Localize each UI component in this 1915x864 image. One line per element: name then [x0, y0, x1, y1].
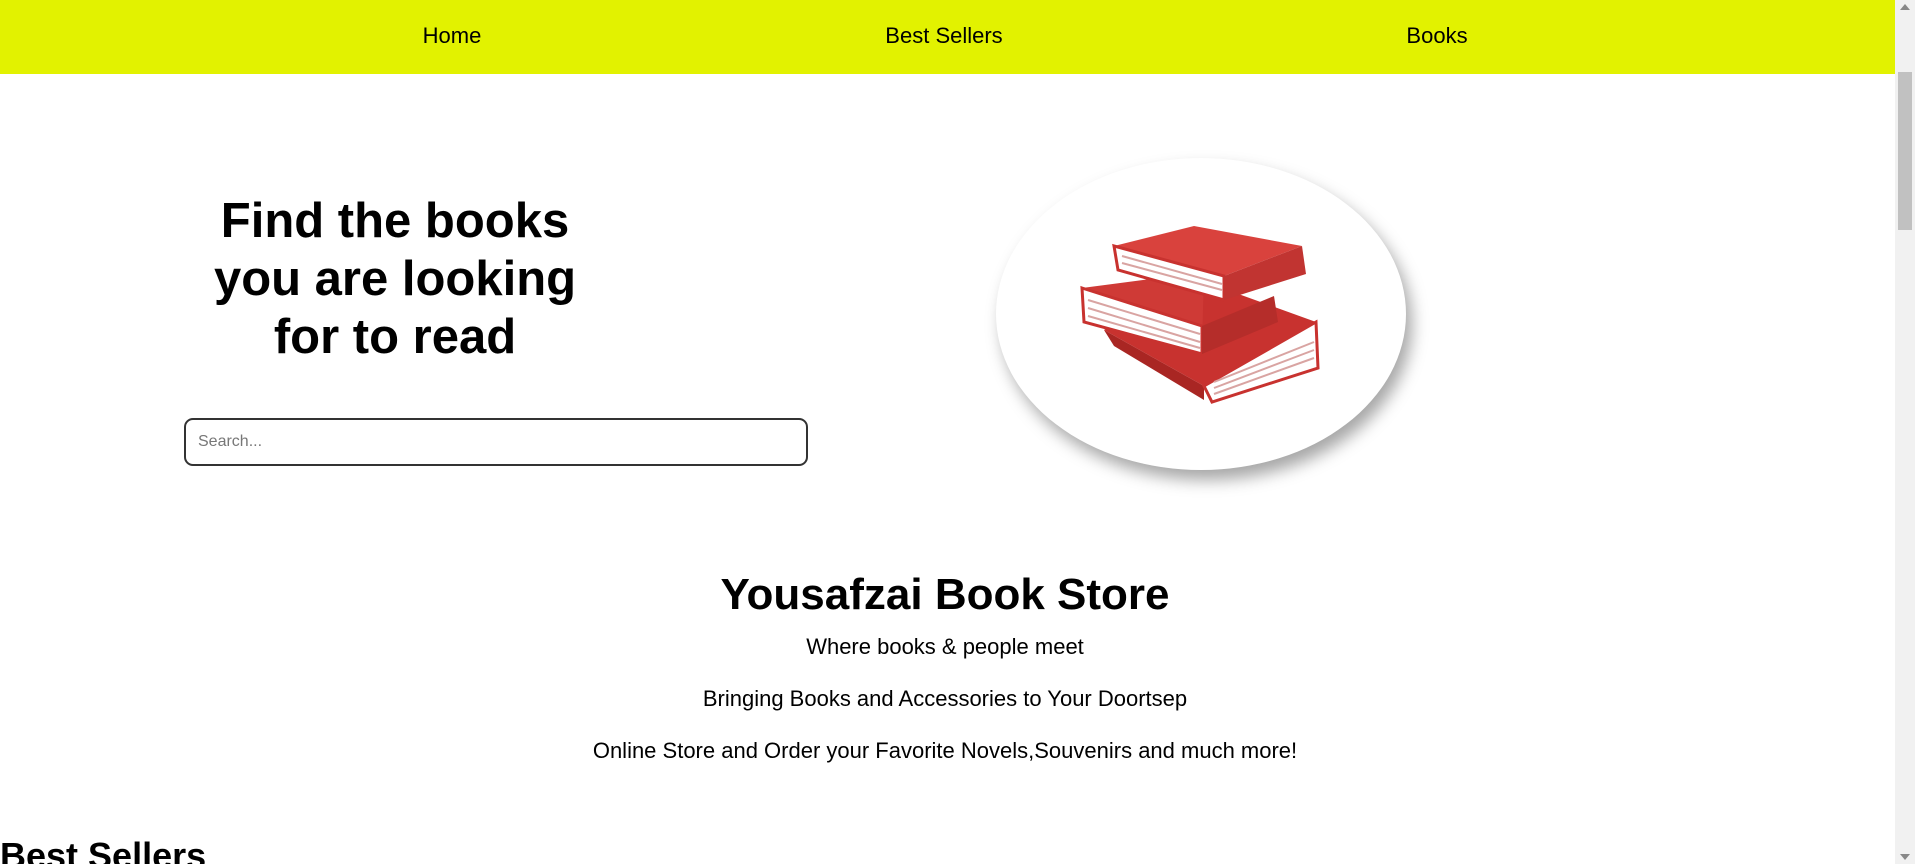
vertical-scrollbar[interactable] — [1895, 0, 1915, 864]
scroll-up-arrow-icon[interactable] — [1900, 4, 1910, 10]
nav-link-home[interactable]: Home — [423, 0, 482, 74]
hero-title: Find the books you are looking for to re… — [213, 194, 577, 364]
nav-link-best-sellers[interactable]: Best Sellers — [885, 0, 1002, 74]
scrollbar-thumb[interactable] — [1898, 72, 1912, 230]
best-sellers-heading: Best Sellers — [0, 835, 207, 864]
hero-book-image — [996, 158, 1406, 470]
page: Home Best Sellers Books Find the books y… — [0, 0, 1895, 864]
intro-line-online-store: Online Store and Order your Favorite Nov… — [592, 738, 1298, 763]
search-input[interactable] — [184, 418, 808, 466]
scroll-down-arrow-icon[interactable] — [1900, 854, 1910, 860]
store-tagline: Where books & people meet — [806, 634, 1084, 659]
top-navbar: Home Best Sellers Books — [0, 0, 1895, 74]
nav-link-books[interactable]: Books — [1406, 0, 1467, 74]
store-title: Yousafzai Book Store — [720, 570, 1170, 619]
intro-line-delivery: Bringing Books and Accessories to Your D… — [702, 686, 1188, 711]
stack-of-books-icon — [1080, 226, 1320, 404]
